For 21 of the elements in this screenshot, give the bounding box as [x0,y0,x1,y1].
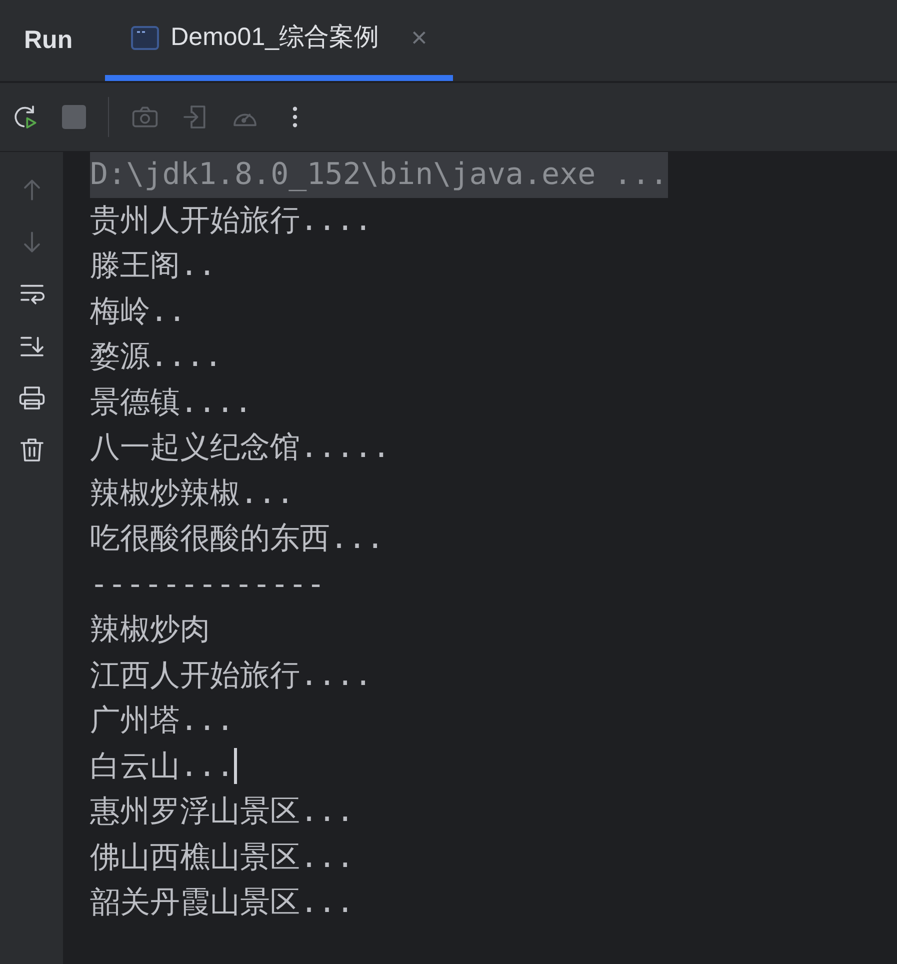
console-output-line: 吃很酸很酸的东西... [90,520,384,558]
console-output-line: 贵州人开始旅行.... [90,202,372,240]
tab-label: Demo01_综合案例 [170,22,380,53]
console-output-line: 韶关丹霞山景区... [90,884,354,922]
panel-title: Run [24,24,73,56]
console-output-line: 惠州罗浮山景区... [90,793,354,831]
console-output-line: 白云山... [90,748,234,786]
printer-icon[interactable] [18,384,46,412]
console-output-line: 滕王阁.. [90,247,216,285]
console-output-line: 佛山西樵山景区... [90,838,354,876]
trash-icon[interactable] [18,436,46,464]
console-output-line: 江西人开始旅行.... [90,656,372,694]
console-output-line: 广州塔... [90,702,234,740]
console-output-line: 景德镇.... [90,384,252,422]
console-output-line: 婺源.... [90,338,222,376]
console-output-line: 八一起义纪念馆..... [90,429,390,467]
console-window-icon [130,26,159,50]
console-output-line: 梅岭.. [90,292,186,330]
console-output-line: ------------- [90,566,325,604]
console-output-line: 辣椒炒肉 [90,611,210,649]
console-output-line: 辣椒炒辣椒... [90,474,294,512]
